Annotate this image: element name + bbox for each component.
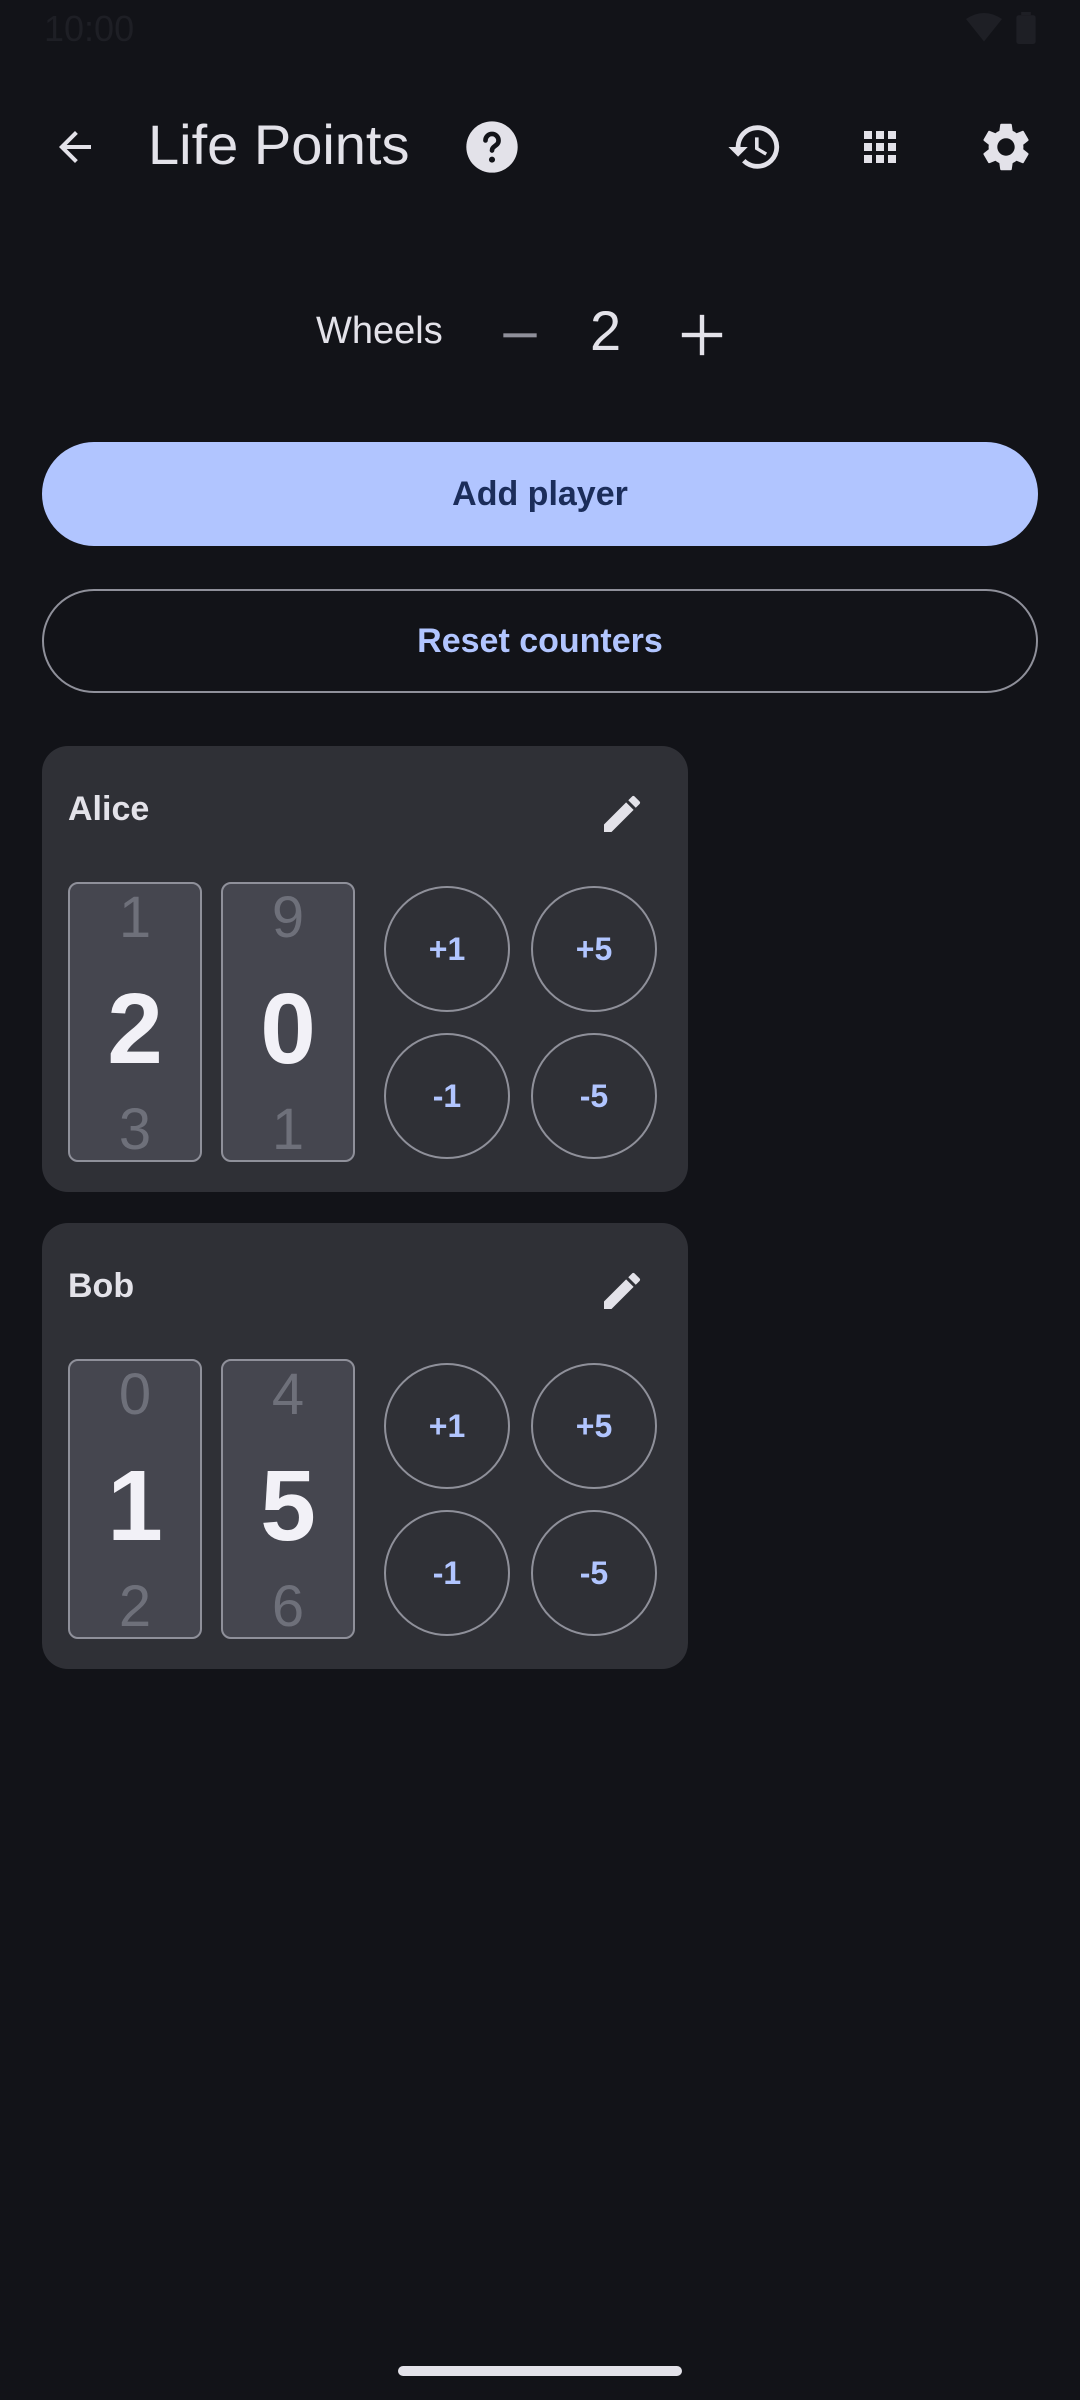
wheel-current-digit: 0 [260,973,316,1085]
wheels-value: 2 [590,299,622,362]
wheel-current-digit: 1 [107,1450,163,1562]
page-title: Life Points [148,113,410,176]
status-time: 10:00 [44,8,135,49]
digit-wheel-tens[interactable]: 0 1 2 [68,1359,202,1639]
wheel-current-digit: 5 [260,1450,316,1562]
wheels-decrement-button[interactable] [490,305,550,365]
plus-5-button[interactable]: +5 [531,1363,657,1489]
battery-icon [1016,12,1036,44]
minus-1-button[interactable]: -1 [384,1033,510,1159]
status-icons [966,12,1036,44]
wheel-below-digit: 6 [271,1574,305,1639]
wheel-below-digit: 1 [271,1097,305,1162]
plus-1-button[interactable]: +1 [384,1363,510,1489]
help-icon [466,121,518,173]
player-card: Alice 1 2 3 9 0 1 +1 +5 -1 -5 [42,746,688,1192]
wheel-above-digit: 0 [118,1362,152,1427]
back-button[interactable] [30,102,120,192]
digit-wheel-ones[interactable]: 9 0 1 [221,882,355,1162]
edit-player-button[interactable] [590,1259,654,1323]
plus-5-button[interactable]: +5 [531,886,657,1012]
gear-icon [983,123,1029,171]
settings-button[interactable] [961,102,1051,192]
plus-icon [681,314,723,356]
digit-wheel-tens[interactable]: 1 2 3 [68,882,202,1162]
arrow-back-icon [59,131,91,163]
minus-5-button[interactable]: -5 [531,1033,657,1159]
grid-button[interactable] [835,102,925,192]
player-card: Bob 0 1 2 4 5 6 +1 +5 -1 -5 [42,1223,688,1669]
edit-player-button[interactable] [590,782,654,846]
wheel-above-digit: 9 [271,885,305,950]
wifi-icon [966,13,1002,42]
app-bar: Life Points [0,90,1080,205]
grid-icon [864,131,896,163]
minus-5-button[interactable]: -5 [531,1510,657,1636]
player-name: Bob [68,1267,135,1305]
wheel-below-digit: 3 [118,1097,152,1162]
wheels-label: Wheels [316,310,443,352]
wheel-above-digit: 4 [271,1362,305,1427]
wheel-current-digit: 2 [107,973,163,1085]
player-name: Alice [68,790,150,828]
status-bar: 10:00 [0,0,1080,60]
minus-1-button[interactable]: -1 [384,1510,510,1636]
help-button[interactable] [447,102,537,192]
pencil-icon [604,1272,641,1309]
history-icon [728,125,780,169]
wheels-stepper: Wheels 2 [0,290,1080,380]
wheels-increment-button[interactable] [672,305,732,365]
minus-icon [503,333,537,338]
plus-1-button[interactable]: +1 [384,886,510,1012]
add-player-button[interactable]: Add player [42,442,1038,546]
reset-counters-button[interactable]: Reset counters [42,589,1038,693]
digit-wheel-ones[interactable]: 4 5 6 [221,1359,355,1639]
pencil-icon [604,795,641,832]
wheel-below-digit: 2 [118,1574,152,1639]
wheel-above-digit: 1 [118,885,152,950]
gesture-nav-handle[interactable] [398,2366,682,2376]
history-button[interactable] [710,102,800,192]
